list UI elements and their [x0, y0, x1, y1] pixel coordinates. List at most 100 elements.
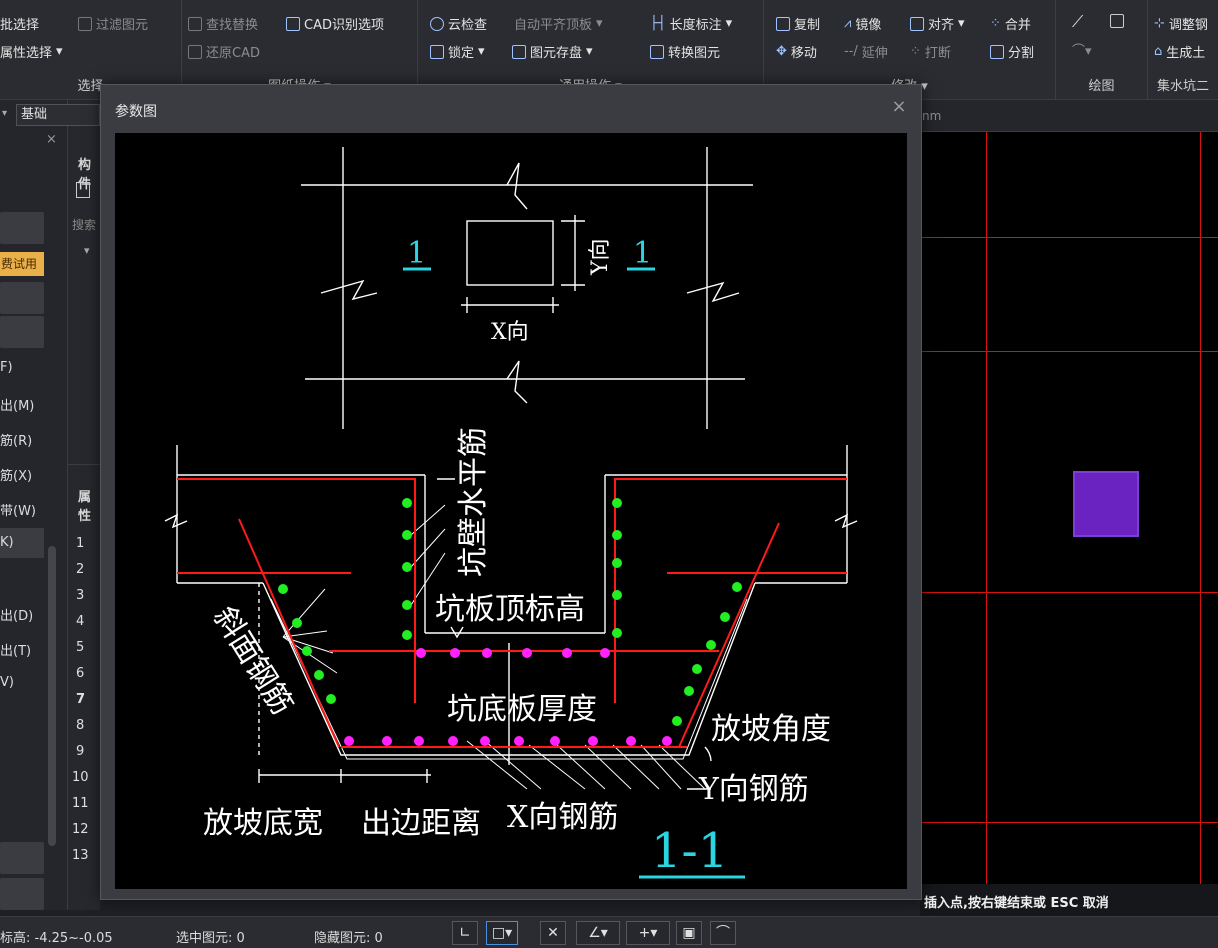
generate-soil-button[interactable]: ⌂ 生成土: [1154, 42, 1205, 61]
length-dimension-button[interactable]: ├┤ 长度标注 ▾: [650, 14, 732, 33]
angle-snap-icon[interactable]: ∠▾: [576, 921, 620, 945]
scrollbar[interactable]: [48, 546, 56, 846]
arc-snap-icon[interactable]: ⌒: [710, 921, 736, 945]
menu-item[interactable]: 筋(X): [0, 465, 32, 484]
menu-item[interactable]: 筋(R): [0, 430, 32, 449]
nav-button-5[interactable]: [0, 878, 44, 910]
align-button[interactable]: 对齐 ▾: [910, 14, 965, 33]
row-number[interactable]: 10: [72, 770, 89, 785]
save-element-icon: [512, 44, 526, 59]
move-label: 移动: [790, 46, 817, 61]
grid-line: [920, 822, 1218, 823]
line-tool-button[interactable]: ⟋: [1072, 12, 1083, 32]
nav-tree-column: × 费试用 F) 出(M) 筋(R) 筋(X) 带(W) K) 出(D) 出(T…: [0, 100, 65, 910]
row-number[interactable]: 12: [72, 822, 89, 837]
rect-tool-button[interactable]: [1110, 14, 1124, 28]
cross-snap-icon[interactable]: ✕: [540, 921, 566, 945]
section-mark-right: 1: [633, 236, 652, 271]
object-snap-icon[interactable]: □▾: [486, 921, 518, 945]
y-rebar-label: Y向钢筋: [698, 772, 809, 807]
restore-cad-button[interactable]: 还原CAD: [188, 42, 260, 61]
row-number[interactable]: 1: [76, 536, 84, 551]
auto-align-top-button[interactable]: 自动平齐顶板 ▾: [514, 14, 603, 33]
menu-item[interactable]: 带(W): [0, 500, 36, 519]
property-select-button[interactable]: 属性选择 ▾: [0, 42, 63, 61]
floor-type-select[interactable]: 基础: [16, 104, 100, 126]
merge-button[interactable]: ⁘ 合并: [990, 14, 1031, 33]
menu-item[interactable]: 出(D): [0, 605, 33, 624]
row-number[interactable]: 7: [76, 692, 85, 707]
trial-badge[interactable]: 费试用: [0, 252, 44, 276]
canvas-tab[interactable]: nm: [920, 100, 1218, 132]
row-number[interactable]: 3: [76, 588, 84, 603]
parameter-diagram-dialog: 参数图 × 1 1 X向 Y向 坑壁水平筋 坑板顶标高 坑底板厚度 放坡角度 斜…: [100, 84, 922, 900]
plan-y-label: Y向: [588, 238, 613, 276]
drawing-canvas[interactable]: [920, 100, 1218, 910]
row-number[interactable]: 9: [76, 744, 84, 759]
move-button[interactable]: ✥ 移动: [776, 42, 817, 61]
row-number[interactable]: 6: [76, 666, 84, 681]
close-icon[interactable]: ×: [889, 97, 909, 117]
nav-button-4[interactable]: [0, 842, 44, 874]
search-input[interactable]: 搜索: [72, 216, 96, 233]
batch-select-button[interactable]: 批选择: [0, 14, 39, 33]
cad-recognize-label: CAD识别选项: [304, 18, 384, 33]
grid-line: [920, 237, 1218, 238]
nav-button-3[interactable]: [0, 316, 44, 348]
arc-tool-button[interactable]: ⌒▾: [1072, 40, 1092, 59]
menu-item[interactable]: 出(M): [0, 395, 34, 414]
cloud-check-icon: [430, 16, 444, 31]
align-label: 对齐: [928, 18, 955, 33]
chevron-down-icon[interactable]: ▾: [2, 108, 7, 119]
mirror-icon: ⩘: [844, 16, 852, 31]
elevation-label: 标高:: [0, 931, 31, 946]
sump-pit-element[interactable]: [1073, 471, 1139, 537]
dialog-titlebar[interactable]: 参数图 ×: [101, 85, 921, 133]
slope-rebar-label: 斜面钢筋: [206, 601, 299, 721]
break-button[interactable]: ⁘ 打断: [910, 42, 951, 61]
floor-type-value: 基础: [21, 107, 48, 122]
lock-label: 锁定: [448, 46, 475, 61]
selected-status: 选中图元: 0: [176, 927, 245, 946]
nav-button-1[interactable]: [0, 212, 44, 244]
panel-close-icon[interactable]: ×: [46, 132, 57, 147]
offset-snap-icon[interactable]: +▾: [626, 921, 670, 945]
lock-button[interactable]: 锁定 ▾: [430, 42, 485, 61]
x-rebar-label: X向钢筋: [507, 800, 618, 835]
row-number[interactable]: 11: [72, 796, 89, 811]
row-number[interactable]: 13: [72, 848, 89, 863]
adjust-rebar-button[interactable]: ⊹ 调整钢: [1154, 14, 1208, 33]
cad-recognize-options-button[interactable]: CAD识别选项: [286, 14, 384, 33]
draw-title: 绘图: [1088, 79, 1115, 94]
menu-item[interactable]: 出(T): [0, 640, 31, 659]
row-number[interactable]: 5: [76, 640, 84, 655]
menu-item[interactable]: F): [0, 360, 13, 375]
row-number[interactable]: 8: [76, 718, 84, 733]
copy-button[interactable]: 复制: [776, 14, 820, 33]
convert-element-button[interactable]: 转换图元: [650, 42, 720, 61]
menu-item-selected[interactable]: K): [0, 528, 44, 558]
mirror-button[interactable]: ⩘ 镜像: [844, 14, 881, 33]
chevron-down-icon: ▾: [596, 16, 603, 31]
nav-button-2[interactable]: [0, 282, 44, 314]
save-element-button[interactable]: 图元存盘 ▾: [512, 42, 593, 61]
tree-expand-icon[interactable]: ▾: [84, 244, 90, 257]
display-toggle-icon[interactable]: ▣: [676, 921, 702, 945]
length-dimension-label: 长度标注: [669, 18, 722, 33]
grid-line: [920, 351, 1218, 352]
menu-item[interactable]: V): [0, 675, 14, 690]
find-replace-button[interactable]: 查找替换: [188, 14, 258, 33]
row-number[interactable]: 4: [76, 614, 84, 629]
filter-elements-button[interactable]: 过滤图元: [78, 14, 148, 33]
split-button[interactable]: 分割: [990, 42, 1034, 61]
ortho-toggle-icon[interactable]: ∟: [452, 921, 478, 945]
save-element-label: 图元存盘: [530, 46, 583, 61]
menu-item-selected-label: K): [0, 535, 14, 550]
command-prompt: 插入点,按右键结束或 ESC 取消: [920, 884, 1218, 916]
extend-button[interactable]: --/延伸: [844, 42, 888, 61]
cloud-check-button[interactable]: 云检查: [430, 14, 487, 33]
filter-icon: [78, 16, 92, 31]
ribbon-group-pit: ⊹ 调整钢 ⌂ 生成土 集水坑二: [1148, 0, 1218, 100]
new-component-icon[interactable]: [76, 182, 90, 198]
row-number[interactable]: 2: [76, 562, 84, 577]
